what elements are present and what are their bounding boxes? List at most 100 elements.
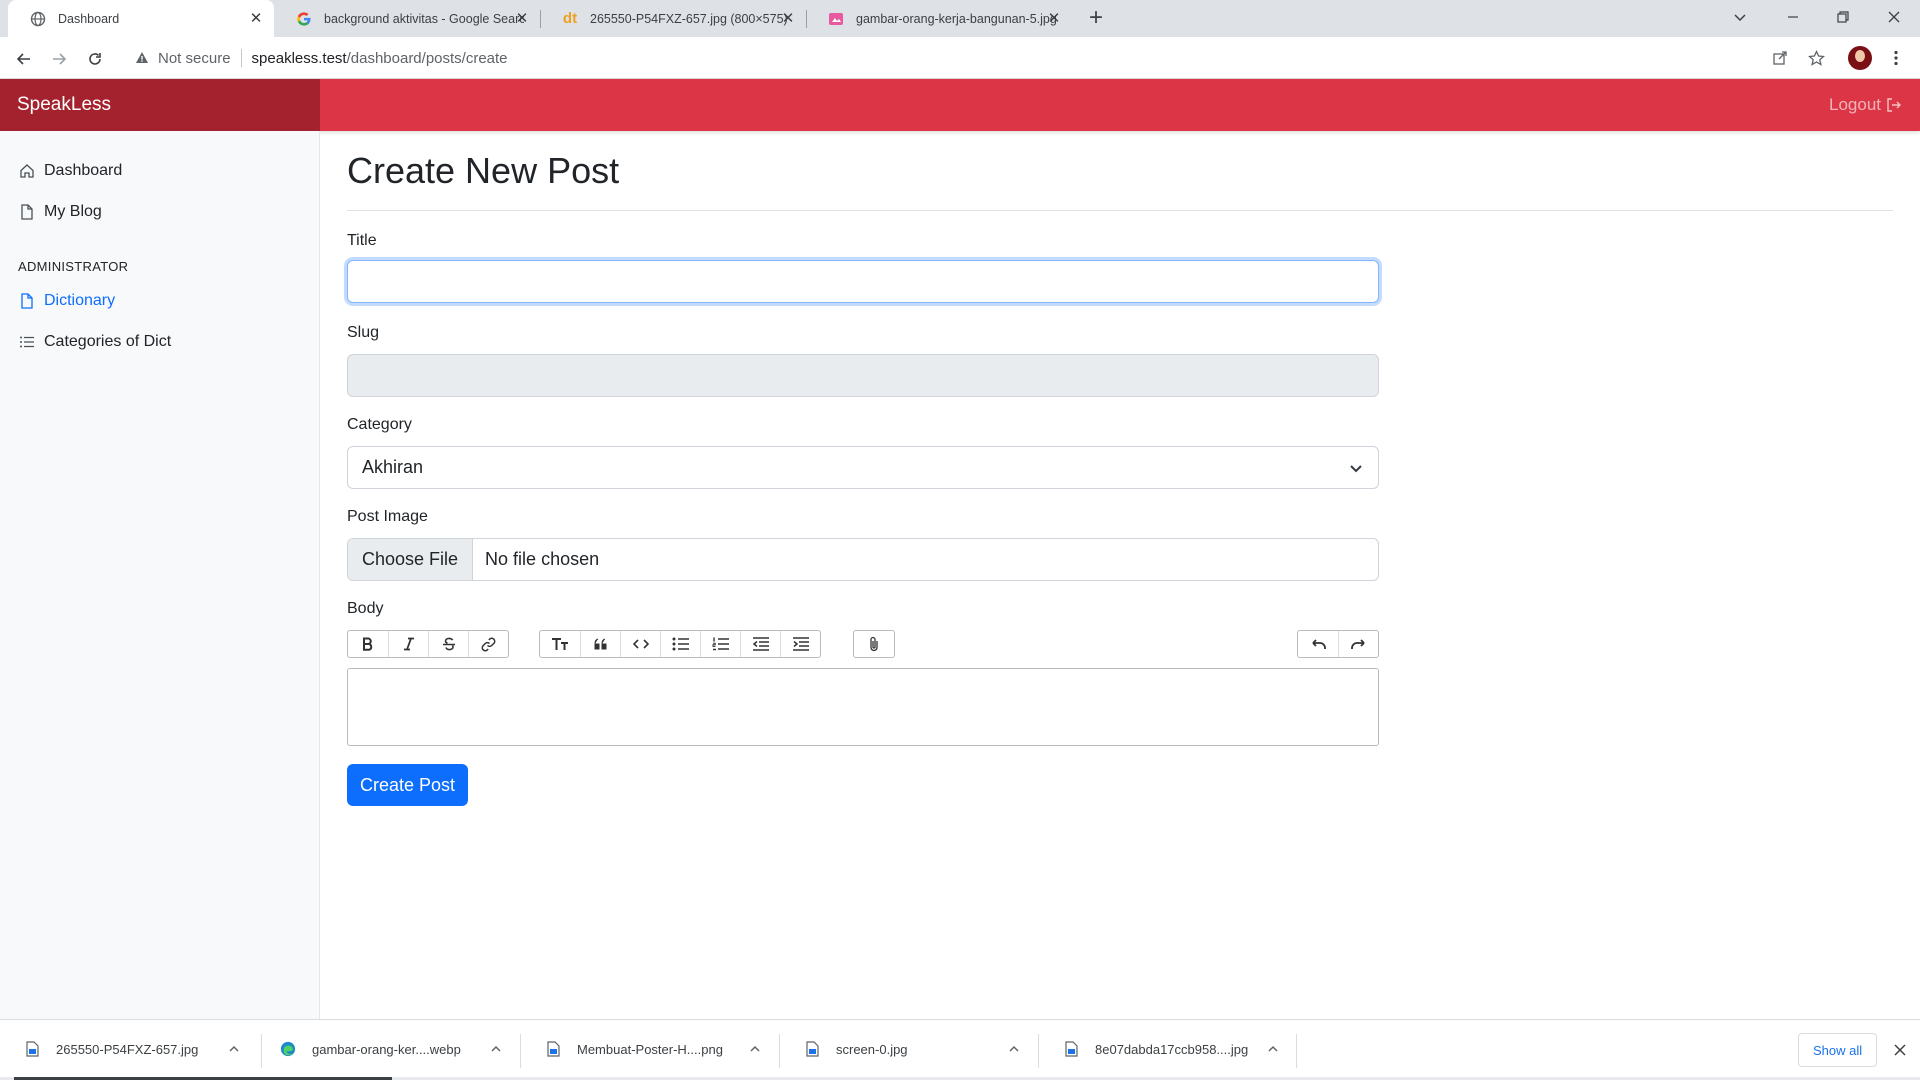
page-title: Create New Post [347,150,620,191]
category-selected: Akhiran [362,457,424,477]
tab-gambar[interactable]: gambar-orang-kerja-bangunan-5.jpg ✕ [806,0,1072,37]
logout-icon [1885,96,1903,114]
share-icon[interactable] [1768,46,1792,70]
chevron-up-icon[interactable] [226,1041,242,1057]
bookmark-star-icon[interactable] [1804,46,1828,70]
italic-icon[interactable] [388,631,428,657]
sidebar-item-label: Dashboard [44,162,123,179]
app-header: SpeakLess Logout [0,79,1920,131]
text-format-group [347,630,509,658]
tab-google-search[interactable]: background aktivitas - Google Search ✕ [274,0,540,37]
file-icon [804,1040,820,1058]
redo-icon[interactable] [1338,631,1378,657]
close-window-icon[interactable] [1871,0,1917,34]
undo-icon[interactable] [1298,631,1338,657]
forward-icon[interactable] [45,45,73,73]
heading-icon[interactable] [540,631,580,657]
minimize-icon[interactable] [1770,0,1816,34]
category-label: Category [347,416,412,433]
number-list-icon[interactable] [700,631,740,657]
file-status: No file chosen [485,549,600,569]
chevron-up-icon[interactable] [488,1041,504,1057]
tab-title: 265550-P54FXZ-657.jpg (800×575) [590,11,788,26]
tab-title: Dashboard [58,11,120,26]
link-icon[interactable] [468,631,508,657]
code-icon[interactable] [620,631,660,657]
tab-title: background aktivitas - Google Search [324,11,524,26]
increase-indent-icon[interactable] [780,631,820,657]
download-filename: 265550-P54FXZ-657.jpg [56,1041,199,1057]
download-filename: screen-0.jpg [836,1041,908,1057]
category-select[interactable]: Akhiran [347,446,1379,489]
new-tab-icon[interactable]: + [1084,4,1108,31]
file-icon [24,1040,40,1058]
security-label: Not secure [158,49,231,67]
google-icon [296,11,312,27]
sidebar: Dashboard My Blog ADMINISTRATOR Dictiona… [0,131,320,1019]
file-icon [1063,1040,1079,1058]
tab-image-viewer[interactable]: dt 265550-P54FXZ-657.jpg (800×575) ✕ [540,0,806,37]
download-item[interactable]: 265550-P54FXZ-657.jpg [0,1028,258,1070]
sidebar-item-dictionary[interactable]: Dictionary [18,288,115,314]
bold-icon[interactable] [348,631,388,657]
chevron-up-icon[interactable] [747,1041,763,1057]
edge-icon [280,1040,296,1058]
slug-input [347,354,1379,397]
show-all-button[interactable]: Show all [1798,1033,1878,1067]
browser-tab-strip: Dashboard ✕ background aktivitas - Googl… [0,0,1920,37]
close-tab-icon[interactable]: ✕ [514,10,530,27]
tab-search-icon[interactable] [1717,0,1763,34]
download-filename: gambar-orang-ker....webp [312,1041,461,1057]
url-path: /dashboard/posts/create [346,49,508,67]
create-post-button[interactable]: Create Post [347,764,469,806]
logout-label: Logout [1829,95,1881,114]
chevron-up-icon[interactable] [1006,1041,1022,1057]
quote-icon[interactable] [580,631,620,657]
address-divider [240,49,242,67]
chevron-up-icon[interactable] [1265,1041,1281,1057]
download-filename: 8e07dabda17ccb958....jpg [1095,1041,1249,1057]
reload-icon[interactable] [81,45,109,73]
tab-dashboard[interactable]: Dashboard ✕ [8,0,274,37]
bullet-list-icon[interactable] [660,631,700,657]
title-input[interactable] [347,260,1379,303]
warning-icon[interactable] [134,50,150,66]
body-editor[interactable] [347,668,1379,746]
sidebar-item-my-blog[interactable]: My Blog [18,199,102,225]
address-bar[interactable]: Not secure speakless.test/dashboard/post… [124,42,1814,74]
logout-link[interactable]: Logout [1829,79,1903,131]
download-item[interactable]: 8e07dabda17ccb958....jpg [1039,1028,1297,1070]
close-icon[interactable] [1890,1040,1910,1060]
block-format-group [539,630,821,658]
download-item[interactable]: screen-0.jpg [780,1028,1038,1070]
choose-file-button[interactable]: Choose File [348,539,474,580]
profile-avatar[interactable] [1848,46,1872,70]
download-item[interactable]: gambar-orang-ker....webp [262,1028,520,1070]
browser-toolbar: Not secure speakless.test/dashboard/post… [0,37,1920,79]
url-host: speakless.test [251,49,347,67]
sidebar-item-categories-of-dict[interactable]: Categories of Dict [18,329,171,355]
close-tab-icon[interactable]: ✕ [780,10,796,27]
title-label: Title [347,232,377,249]
close-tab-icon[interactable]: ✕ [1046,10,1062,27]
restore-icon[interactable] [1820,0,1866,34]
strikethrough-icon[interactable] [428,631,468,657]
dt-icon: dt [562,10,578,27]
sidebar-item-dashboard[interactable]: Dashboard [18,158,122,184]
file-icon [18,292,36,310]
attach-icon[interactable] [854,631,894,657]
close-tab-icon[interactable]: ✕ [248,10,264,27]
download-filename: Membuat-Poster-H....png [577,1041,723,1057]
file-tools-group [853,630,895,658]
tab-title: gambar-orang-kerja-bangunan-5.jpg [856,11,1056,26]
brand-logo[interactable]: SpeakLess [0,79,320,131]
slug-label: Slug [347,324,380,341]
back-icon[interactable] [10,45,38,73]
kebab-menu-icon[interactable] [1884,46,1908,70]
house-icon [18,162,36,180]
post-image-input[interactable]: Choose File No file chosen [347,538,1379,581]
decrease-indent-icon[interactable] [740,631,780,657]
download-item[interactable]: Membuat-Poster-H....png [521,1028,779,1070]
admin-heading: ADMINISTRATOR [18,259,129,274]
image-site-icon [828,11,844,27]
